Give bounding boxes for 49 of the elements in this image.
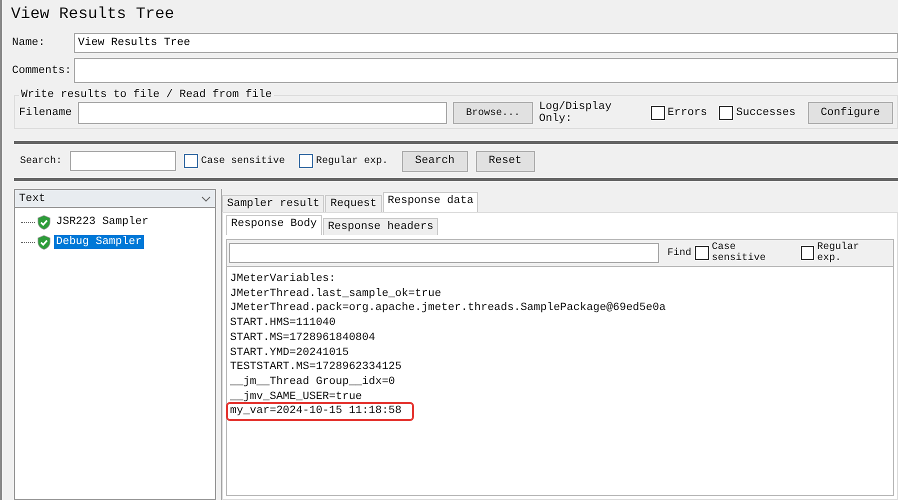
checkbox-label: Regular exp. — [817, 242, 860, 264]
checkbox[interactable] — [719, 106, 734, 120]
tab[interactable]: Sampler result — [222, 195, 324, 212]
filename-field[interactable] — [78, 102, 447, 124]
checkbox-label: Case sensitive — [712, 242, 767, 264]
response-line: __jmv_SAME_USER=true — [230, 390, 362, 404]
response-line: JMeterThread.pack=org.apache.jmeter.threads.SamplePackage@69ed5e0a — [230, 301, 666, 316]
search-button[interactable]: Reset — [476, 150, 535, 172]
response-line: __jm__Thread Group__idx=0 — [230, 374, 396, 390]
filename-label: Filename — [19, 107, 72, 119]
comments-field[interactable] — [74, 58, 898, 83]
response-line: JMeterThread.last_sample_ok=true — [230, 286, 442, 302]
tab[interactable]: Request — [325, 195, 382, 212]
name-label: Name: — [12, 37, 46, 49]
tree-item[interactable]: JSR223 Sampler — [54, 215, 150, 229]
search-button[interactable]: Search — [402, 150, 468, 172]
checkbox[interactable] — [800, 246, 814, 260]
response-line: START.MS=1728961840804 — [230, 330, 376, 346]
configure-button[interactable]: Configure — [808, 102, 893, 124]
checkbox-label: Regular exp. — [316, 156, 388, 166]
checkbox-label: Errors — [668, 107, 708, 119]
checkbox[interactable] — [650, 106, 665, 120]
find-label: Find — [667, 248, 692, 258]
checkbox[interactable] — [695, 246, 709, 260]
checkbox-label: Successes — [736, 107, 796, 119]
tab[interactable]: Response headers — [322, 218, 438, 235]
checkbox[interactable] — [299, 154, 314, 168]
checkbox-label: Case sensitive — [201, 156, 286, 166]
panel-title: View Results Tree — [10, 4, 176, 25]
response-line: TESTSTART.MS=1728962334125 — [230, 360, 402, 375]
tab[interactable]: Response data — [382, 192, 478, 212]
renderer-dropdown[interactable]: Text — [15, 190, 215, 208]
name-field[interactable]: View Results Tree — [74, 33, 898, 53]
response-line: JMeterVariables: — [230, 272, 336, 287]
tree-item[interactable]: Debug Sampler — [54, 235, 144, 249]
search-label: Search: — [20, 156, 62, 166]
response-line: my_var=2024-10-15 11:18:58 — [228, 404, 412, 420]
chevron-icon — [201, 196, 211, 202]
response-line: START.HMS=111040 — [230, 316, 336, 331]
find-field[interactable] — [229, 243, 660, 263]
tab[interactable]: Response Body — [226, 215, 322, 235]
shield-check-icon — [37, 214, 51, 230]
browse-button[interactable]: Browse... — [452, 102, 533, 124]
log-label: Log/Display Only: — [539, 101, 613, 125]
search-field[interactable] — [70, 151, 176, 171]
shield-check-icon — [37, 234, 51, 250]
checkbox[interactable] — [184, 154, 198, 168]
group-legend: Write results to file / Read from file — [19, 89, 274, 101]
response-line: START.YMD=20241015 — [230, 346, 349, 360]
